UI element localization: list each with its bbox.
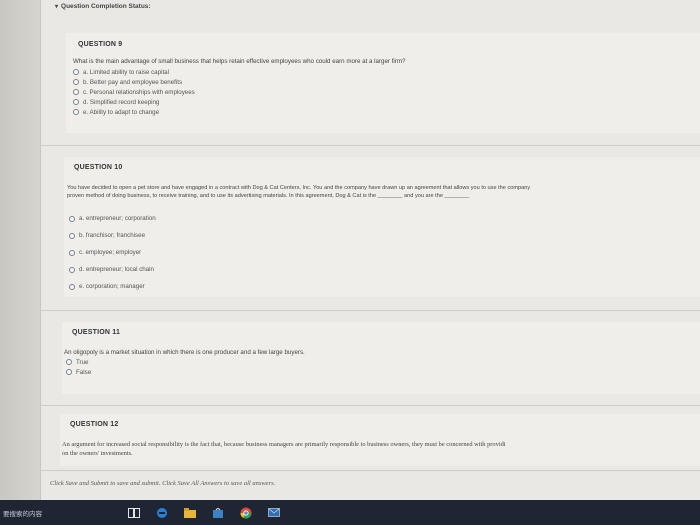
question-header: QUESTION 12 bbox=[70, 421, 119, 428]
choice-b[interactable]: b. franchisor; franchisee bbox=[69, 227, 156, 244]
radio-button[interactable] bbox=[73, 109, 79, 115]
radio-button[interactable] bbox=[73, 99, 79, 105]
radio-button[interactable] bbox=[66, 369, 72, 375]
question-text-line-1: An argument for increased social respons… bbox=[62, 441, 506, 448]
edge-icon[interactable] bbox=[155, 506, 169, 520]
explorer-icon[interactable] bbox=[183, 506, 197, 520]
choice-d[interactable]: d. Simplified record keeping bbox=[73, 97, 195, 107]
radio-button[interactable] bbox=[73, 89, 79, 95]
divider bbox=[40, 405, 700, 406]
choice-label: d. entrepreneur; local chain bbox=[79, 266, 154, 273]
question-12: QUESTION 12 An argument for increased so… bbox=[60, 414, 700, 466]
choice-label: e. corporation; manager bbox=[79, 283, 145, 290]
question-header: QUESTION 11 bbox=[72, 329, 121, 336]
radio-button[interactable] bbox=[69, 215, 75, 222]
choice-label: b. Better pay and employee benefits bbox=[83, 78, 183, 86]
chrome-icon[interactable] bbox=[239, 506, 253, 520]
choice-label: a. Limited ability to raise capital bbox=[83, 68, 169, 76]
choice-d[interactable]: d. entrepreneur; local chain bbox=[69, 261, 156, 278]
choice-e[interactable]: e. corporation; manager bbox=[69, 278, 156, 295]
question-text: An oligopoly is a market situation in wh… bbox=[64, 349, 305, 356]
question-text-line-1: You have decided to open a pet store and… bbox=[67, 185, 531, 191]
question-completion-status[interactable]: ▾ Question Completion Status: bbox=[55, 0, 151, 12]
taskbar-search[interactable]: 要搜索的内容 bbox=[3, 508, 113, 518]
mail-icon[interactable] bbox=[267, 506, 281, 520]
choice-b[interactable]: b. Better pay and employee benefits bbox=[73, 77, 195, 87]
choice-a[interactable]: a. entrepreneur; corporation bbox=[69, 210, 156, 227]
question-9: QUESTION 9 What is the main advantage of… bbox=[66, 33, 700, 133]
radio-button[interactable] bbox=[66, 359, 72, 365]
choice-label: d. Simplified record keeping bbox=[83, 98, 160, 106]
choice-label: True bbox=[76, 358, 89, 366]
choice-e[interactable]: e. Ability to adapt to change bbox=[73, 107, 195, 117]
question-10: QUESTION 10 You have decided to open a p… bbox=[64, 157, 700, 297]
store-icon[interactable] bbox=[211, 506, 225, 520]
task-view-icon[interactable] bbox=[127, 506, 141, 520]
divider bbox=[40, 470, 700, 471]
radio-button[interactable] bbox=[73, 79, 79, 85]
left-strip bbox=[0, 0, 40, 525]
radio-button[interactable] bbox=[69, 232, 75, 239]
choice-label: c. employee; employer bbox=[79, 249, 142, 256]
question-text: What is the main advantage of small busi… bbox=[73, 58, 406, 65]
radio-button[interactable] bbox=[69, 266, 75, 273]
choice-label: b. franchisor; franchisee bbox=[79, 232, 146, 239]
radio-button[interactable] bbox=[73, 69, 79, 75]
question-11: QUESTION 11 An oligopoly is a market sit… bbox=[62, 322, 700, 394]
caret-down-icon: ▾ bbox=[55, 3, 59, 10]
taskbar: 要搜索的内容 bbox=[0, 500, 700, 525]
choice-label: a. entrepreneur; corporation bbox=[79, 215, 156, 222]
question-header: QUESTION 9 bbox=[78, 41, 123, 48]
status-label: Question Completion Status: bbox=[61, 2, 151, 10]
choice-label: False bbox=[76, 368, 92, 376]
save-instructions: Click Save and Submit to save and submit… bbox=[50, 480, 276, 487]
question-header: QUESTION 10 bbox=[74, 164, 123, 171]
question-text-line-2: proven method of doing business, to rece… bbox=[67, 193, 470, 199]
divider bbox=[40, 310, 700, 311]
choice-false[interactable]: False bbox=[66, 367, 91, 377]
choice-label: c. Personal relationships with employees bbox=[83, 88, 195, 96]
choice-c[interactable]: c. Personal relationships with employees bbox=[73, 87, 195, 97]
choice-c[interactable]: c. employee; employer bbox=[69, 244, 156, 261]
question-text-line-2: on the owners' investments. bbox=[62, 450, 133, 457]
radio-button[interactable] bbox=[69, 249, 75, 256]
divider bbox=[40, 145, 700, 146]
choice-a[interactable]: a. Limited ability to raise capital bbox=[73, 67, 195, 77]
choice-true[interactable]: True bbox=[66, 357, 91, 367]
radio-button[interactable] bbox=[69, 283, 75, 290]
choice-label: e. Ability to adapt to change bbox=[83, 108, 160, 116]
